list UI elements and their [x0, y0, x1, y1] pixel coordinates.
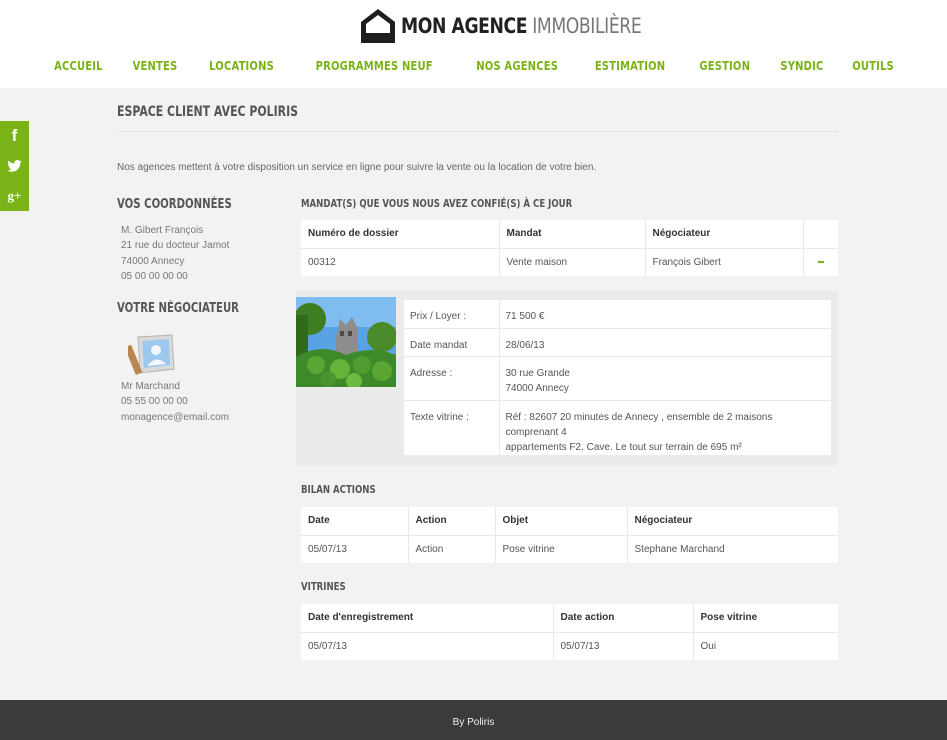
bilan-action: Action	[408, 535, 496, 563]
mandats-heading: MANDAT(S) QUE VOUS NOUS AVEZ CONFIÉ(S) À…	[301, 197, 573, 210]
detail-key: Texte vitrine :	[404, 400, 500, 455]
address-street: 30 rue Grande	[505, 367, 571, 379]
description-line-1: Réf : 82607 20 minutes de Annecy , ensem…	[505, 411, 773, 438]
nav-gestion[interactable]: GESTION	[699, 58, 750, 73]
intro-text: Nos agences mettent à votre disposition …	[117, 162, 597, 173]
nav-ventes[interactable]: VENTES	[132, 58, 177, 73]
nav-programmes-neuf[interactable]: PROGRAMMES NEUF	[315, 58, 432, 73]
footer-credit[interactable]: By Poliris	[0, 717, 947, 728]
site-logo[interactable]: MON AGENCE IMMOBILIÈRE	[359, 6, 694, 46]
logo-name-light: IMMOBILIÈRE	[532, 14, 642, 38]
nav-locations[interactable]: LOCATIONS	[209, 58, 274, 73]
col-header: Négociateur	[627, 507, 838, 536]
client-street: 21 rue du docteur Jamot	[121, 240, 230, 252]
col-header: Date	[301, 507, 409, 536]
collapse-toggle[interactable]	[803, 248, 838, 276]
detail-row: Prix / Loyer : 71 500 €	[404, 300, 831, 329]
table-row: 05/07/13 05/07/13 Oui	[301, 632, 838, 660]
client-city: 74000 Annecy	[121, 255, 185, 267]
mandats-table: Numéro de dossier Mandat Négociateur 003…	[301, 220, 838, 276]
detail-key: Adresse :	[404, 356, 500, 401]
col-header: Numéro de dossier	[301, 220, 500, 249]
address-city: 74000 Annecy	[505, 382, 569, 394]
vitrines-table: Date d'enregistrement Date action Pose v…	[301, 604, 838, 660]
twitter-bird-icon	[7, 160, 22, 172]
nav-estimation[interactable]: ESTIMATION	[595, 58, 666, 73]
table-header-row: Date Action Objet Négociateur	[301, 507, 838, 536]
col-header: Action	[408, 507, 496, 536]
client-name: M. Gibert François	[121, 225, 204, 236]
contact-card-icon	[128, 334, 175, 375]
bilan-table: Date Action Objet Négociateur 05/07/13 A…	[301, 507, 838, 563]
detail-date: 28/06/13	[499, 328, 831, 357]
negociateur-phone: 05 55 00 00 00	[121, 396, 188, 408]
twitter-icon[interactable]	[0, 151, 29, 181]
col-header: Date action	[553, 604, 694, 633]
logo-name-bold: MON AGENCE	[401, 14, 528, 38]
detail-row: Adresse : 30 rue Grande 74000 Annecy	[404, 356, 831, 401]
detail-row: Date mandat 28/06/13	[404, 328, 831, 357]
detail-price: 71 500 €	[499, 300, 831, 329]
title-divider	[117, 131, 838, 132]
vitrine-date-action: 05/07/13	[553, 632, 694, 660]
vitrine-date-enregistrement: 05/07/13	[301, 632, 554, 660]
col-header: Date d'enregistrement	[301, 604, 554, 633]
detail-description: Réf : 82607 20 minutes de Annecy , ensem…	[499, 400, 831, 455]
bilan-heading: BILAN ACTIONS	[301, 483, 376, 496]
main-nav: ACCUEIL VENTES LOCATIONS PROGRAMMES NEUF…	[0, 57, 947, 75]
table-row[interactable]: 00312 Vente maison François Gibert	[301, 248, 838, 276]
dossier-number: 00312	[301, 248, 500, 276]
col-header: Négociateur	[645, 220, 804, 249]
client-phone: 05 00 00 00 00	[121, 270, 188, 282]
bilan-objet: Pose vitrine	[495, 535, 628, 563]
house-icon	[361, 9, 395, 43]
detail-row: Texte vitrine : Réf : 82607 20 minutes d…	[404, 400, 831, 455]
mandat-negociateur: François Gibert	[645, 248, 804, 276]
property-detail-table: Prix / Loyer : 71 500 € Date mandat 28/0…	[404, 300, 831, 455]
coordonnees-heading: VOS COORDONNÉES	[117, 197, 232, 212]
col-header: Mandat	[499, 220, 646, 249]
col-header: Pose vitrine	[693, 604, 838, 633]
col-header-empty	[803, 220, 838, 249]
property-photo[interactable]	[296, 297, 396, 387]
page-title: ESPACE CLIENT AVEC POLIRIS	[117, 104, 299, 120]
bilan-date: 05/07/13	[301, 535, 409, 563]
description-line-2: appartements F2. Cave. Le tout sur terra…	[505, 441, 742, 453]
facebook-icon[interactable]: f	[0, 121, 29, 151]
negociateur-heading: VOTRE NÉGOCIATEUR	[117, 301, 239, 316]
social-sidebar: f g+	[0, 121, 29, 211]
table-row: 05/07/13 Action Pose vitrine Stephane Ma…	[301, 535, 838, 563]
client-contact: M. Gibert François 21 rue du docteur Jam…	[121, 223, 229, 284]
bilan-negociateur: Stephane Marchand	[634, 543, 725, 555]
nav-outils[interactable]: OUTILS	[852, 58, 894, 73]
google-plus-icon[interactable]: g+	[0, 181, 29, 211]
nav-nos-agences[interactable]: NOS AGENCES	[476, 58, 558, 73]
nav-accueil[interactable]: ACCUEIL	[54, 58, 103, 73]
negociateur-email[interactable]: monagence@email.com	[121, 410, 229, 425]
detail-key: Prix / Loyer :	[404, 300, 500, 329]
negociateur-name: Mr Marchand	[121, 381, 180, 392]
logo-text: MON AGENCE IMMOBILIÈRE	[401, 14, 642, 38]
mandat-type: Vente maison	[499, 248, 646, 276]
detail-key: Date mandat	[404, 328, 500, 357]
minus-icon[interactable]	[817, 261, 824, 264]
col-header: Objet	[495, 507, 628, 536]
vitrines-heading: VITRINES	[301, 580, 346, 593]
negociateur-contact: Mr Marchand 05 55 00 00 00 monagence@ema…	[121, 379, 229, 425]
detail-address: 30 rue Grande 74000 Annecy	[499, 356, 831, 401]
nav-syndic[interactable]: SYNDIC	[780, 58, 823, 73]
table-header-row: Numéro de dossier Mandat Négociateur	[301, 220, 838, 249]
table-header-row: Date d'enregistrement Date action Pose v…	[301, 604, 838, 633]
vitrine-pose: Oui	[700, 640, 717, 652]
